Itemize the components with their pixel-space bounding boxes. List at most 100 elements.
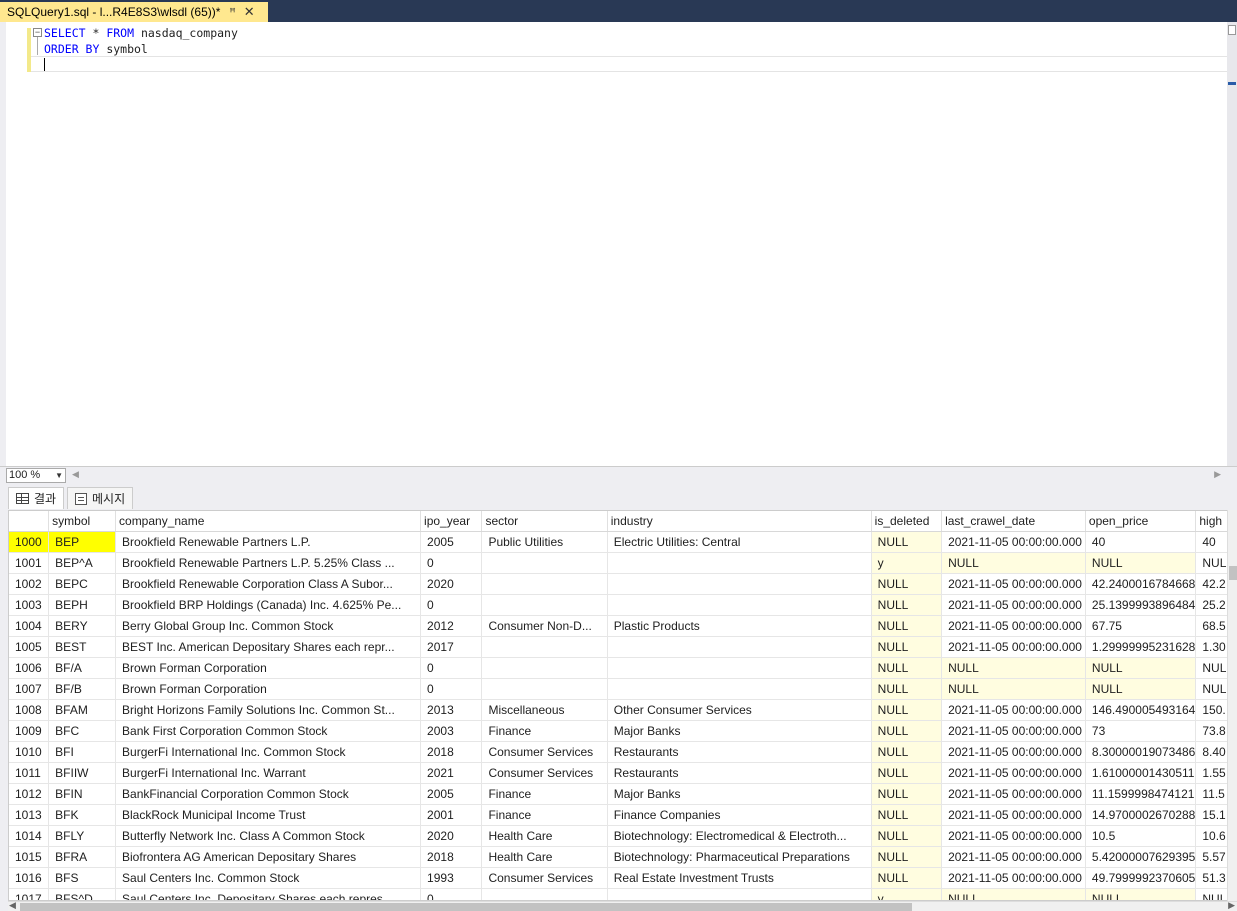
table-cell[interactable]: y bbox=[871, 888, 943, 900]
results-grid[interactable]: symbol company_name ipo_year sector industry… bbox=[8, 510, 1237, 901]
table-cell[interactable]: 2017 bbox=[420, 636, 483, 658]
table-row[interactable]: 1007 BF/B Brown Forman Corporation 0 NULL NUL… bbox=[9, 678, 1236, 700]
table-cell[interactable]: BEPC bbox=[48, 573, 117, 595]
table-cell[interactable]: Consumer Services bbox=[481, 762, 608, 784]
table-cell[interactable]: NULL bbox=[871, 846, 943, 868]
table-cell[interactable]: NULL bbox=[1085, 678, 1197, 700]
table-cell[interactable]: Plastic Products bbox=[607, 615, 872, 637]
table-cell[interactable]: Brookfield Renewable Partners L.P. bbox=[115, 531, 422, 553]
row-number[interactable]: 1006 bbox=[9, 657, 50, 679]
table-cell[interactable]: BFLY bbox=[48, 825, 117, 847]
table-cell[interactable]: 2021-11-05 00:00:00.000 bbox=[941, 636, 1086, 658]
query-editor[interactable]: − SELECT * FROM nasdaq_company ORDER BY … bbox=[0, 22, 1237, 466]
row-number[interactable]: 1012 bbox=[9, 783, 50, 805]
table-cell[interactable]: 2020 bbox=[420, 573, 483, 595]
table-cell[interactable]: Consumer Services bbox=[481, 867, 608, 889]
table-cell[interactable]: 2018 bbox=[420, 741, 483, 763]
table-cell[interactable]: 2021-11-05 00:00:00.000 bbox=[941, 762, 1086, 784]
scrollbar-thumb[interactable] bbox=[20, 903, 912, 911]
column-header[interactable]: is_deleted bbox=[871, 511, 943, 532]
table-cell[interactable]: NULL bbox=[1085, 552, 1197, 574]
table-cell[interactable]: NULL bbox=[941, 552, 1086, 574]
table-row[interactable]: 1015 BFRA Biofrontera AG American Deposita… bbox=[9, 846, 1236, 868]
table-cell[interactable]: 1993 bbox=[420, 867, 483, 889]
table-cell[interactable]: 2021-11-05 00:00:00.000 bbox=[941, 867, 1086, 889]
table-row[interactable]: 1002 BEPC Brookfield Renewable Corporation… bbox=[9, 573, 1236, 595]
table-cell[interactable]: BFIIW bbox=[48, 762, 117, 784]
table-row[interactable]: 1006 BF/A Brown Forman Corporation 0 NULL NUL… bbox=[9, 657, 1236, 679]
table-cell[interactable]: y bbox=[871, 552, 943, 574]
table-cell[interactable]: BurgerFi International Inc. Warrant bbox=[115, 762, 422, 784]
column-header[interactable]: open_price bbox=[1085, 511, 1197, 532]
table-cell[interactable]: BERY bbox=[48, 615, 117, 637]
table-cell[interactable]: Restaurants bbox=[607, 741, 872, 763]
editor-scrollbar[interactable] bbox=[1227, 22, 1237, 466]
table-cell[interactable]: BankFinancial Corporation Common Stock bbox=[115, 783, 422, 805]
table-cell[interactable]: Bright Horizons Family Solutions Inc. Co… bbox=[115, 699, 422, 721]
table-cell[interactable]: Real Estate Investment Trusts bbox=[607, 867, 872, 889]
table-cell[interactable]: Finance bbox=[481, 720, 608, 742]
table-cell[interactable] bbox=[481, 678, 608, 700]
table-cell[interactable]: BFIN bbox=[48, 783, 117, 805]
table-cell[interactable]: NULL bbox=[871, 573, 943, 595]
table-cell[interactable]: BFI bbox=[48, 741, 117, 763]
table-cell[interactable]: NULL bbox=[871, 657, 943, 679]
table-cell[interactable]: 2013 bbox=[420, 699, 483, 721]
close-icon[interactable]: ✕ bbox=[244, 4, 255, 20]
table-cell[interactable]: 2021 bbox=[420, 762, 483, 784]
zoom-dropdown[interactable]: 100 % ▼ bbox=[6, 468, 66, 483]
row-number[interactable]: 1010 bbox=[9, 741, 50, 763]
table-row[interactable]: 1014 BFLY Butterfly Network Inc. Class A C… bbox=[9, 825, 1236, 847]
table-cell[interactable] bbox=[607, 594, 872, 616]
table-row[interactable]: 1010 BFI BurgerFi International Inc. Commo… bbox=[9, 741, 1236, 763]
table-cell[interactable]: BEP bbox=[48, 531, 117, 553]
table-cell[interactable]: 0 bbox=[420, 657, 483, 679]
table-cell[interactable] bbox=[607, 657, 872, 679]
table-cell[interactable]: 2012 bbox=[420, 615, 483, 637]
row-number[interactable]: 1016 bbox=[9, 867, 50, 889]
table-row[interactable]: 1003 BEPH Brookfield BRP Holdings (Canada)… bbox=[9, 594, 1236, 616]
row-number[interactable]: 1008 bbox=[9, 699, 50, 721]
table-cell[interactable]: Biotechnology: Electromedical & Electrot… bbox=[607, 825, 872, 847]
row-number[interactable]: 1015 bbox=[9, 846, 50, 868]
tab-sqlquery1[interactable]: SQLQuery1.sql - l...R4E8S3\wlsdl (65))* … bbox=[0, 2, 268, 22]
table-cell[interactable]: 2001 bbox=[420, 804, 483, 826]
table-cell[interactable] bbox=[607, 888, 872, 900]
table-cell[interactable]: 8.30000019073486 bbox=[1085, 741, 1197, 763]
table-cell[interactable]: 2021-11-05 00:00:00.000 bbox=[941, 804, 1086, 826]
row-number[interactable]: 1002 bbox=[9, 573, 50, 595]
table-cell[interactable] bbox=[481, 636, 608, 658]
row-number[interactable]: 1005 bbox=[9, 636, 50, 658]
table-cell[interactable]: Major Banks bbox=[607, 720, 872, 742]
table-cell[interactable]: NULL bbox=[871, 720, 943, 742]
table-cell[interactable]: Public Utilities bbox=[481, 531, 608, 553]
column-header[interactable]: symbol bbox=[48, 511, 117, 532]
table-cell[interactable]: BFRA bbox=[48, 846, 117, 868]
table-cell[interactable]: Bank First Corporation Common Stock bbox=[115, 720, 422, 742]
table-cell[interactable]: 0 bbox=[420, 594, 483, 616]
table-cell[interactable] bbox=[481, 573, 608, 595]
row-number[interactable]: 1000 bbox=[9, 531, 50, 553]
table-cell[interactable]: NULL bbox=[871, 678, 943, 700]
table-row[interactable]: 1013 BFK BlackRock Municipal Income Trust 2… bbox=[9, 804, 1236, 826]
table-row[interactable]: 1001 BEP^A Brookfield Renewable Partners L… bbox=[9, 552, 1236, 574]
table-cell[interactable]: Major Banks bbox=[607, 783, 872, 805]
table-cell[interactable]: 2021-11-05 00:00:00.000 bbox=[941, 846, 1086, 868]
pin-icon[interactable]: ꟸ bbox=[229, 6, 235, 19]
table-cell[interactable] bbox=[607, 636, 872, 658]
table-row[interactable]: 1008 BFAM Bright Horizons Family Solutions… bbox=[9, 699, 1236, 721]
table-cell[interactable]: BFC bbox=[48, 720, 117, 742]
tab-results[interactable]: 결과 bbox=[8, 487, 65, 509]
column-header[interactable]: company_name bbox=[115, 511, 422, 532]
table-cell[interactable] bbox=[481, 888, 608, 900]
table-cell[interactable]: Saul Centers Inc. Common Stock bbox=[115, 867, 422, 889]
table-cell[interactable]: Health Care bbox=[481, 846, 608, 868]
table-cell[interactable]: 2021-11-05 00:00:00.000 bbox=[941, 573, 1086, 595]
table-cell[interactable]: 67.75 bbox=[1085, 615, 1197, 637]
table-cell[interactable]: 5.42000007629395 bbox=[1085, 846, 1197, 868]
table-cell[interactable]: Butterfly Network Inc. Class A Common St… bbox=[115, 825, 422, 847]
table-cell[interactable]: NULL bbox=[1085, 657, 1197, 679]
row-number[interactable]: 1001 bbox=[9, 552, 50, 574]
tab-messages[interactable]: 메시지 bbox=[67, 487, 134, 509]
table-cell[interactable]: 42.2400016784668 bbox=[1085, 573, 1197, 595]
